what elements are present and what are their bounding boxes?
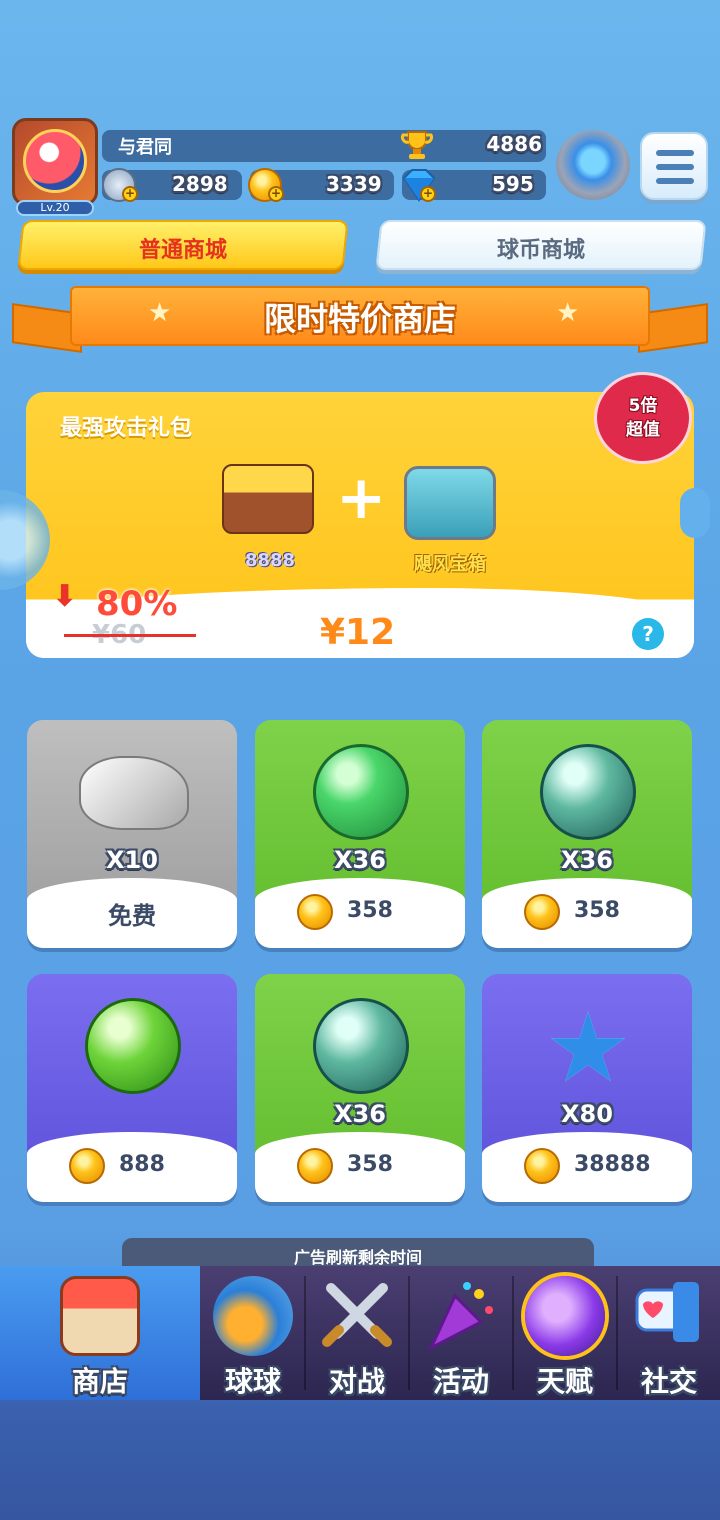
offer-item2-label: 飓风宝箱 [414,554,486,575]
nav-label: 球球 [224,1365,281,1398]
plus-icon: + [336,463,387,533]
coin-add-button[interactable]: + [268,186,284,202]
coin-icon [69,1148,105,1184]
cyclone-chest-icon [404,466,496,540]
shop-item-card[interactable]: ★ X80 38888 [482,974,692,1202]
menu-line-icon [656,150,694,156]
shop-item-card[interactable]: X36 358 [255,720,465,948]
help-button[interactable]: ? [632,618,664,650]
item-quantity: X36 [334,1100,386,1128]
nav-item-social[interactable]: 社交 [618,1266,720,1400]
shop-item-card[interactable]: X36 358 [255,974,465,1202]
price-row: 358 [255,892,465,932]
value-badge-line2: 超值 [626,420,660,440]
shop-icon [60,1276,140,1356]
new-price: ¥12 [320,612,396,653]
nav-item-talent[interactable]: 天赋 [514,1266,616,1400]
avatar-fish-icon [23,129,87,193]
gold-chest-icon [222,464,314,534]
nav-label: 社交 [640,1365,697,1398]
tab-ball-coin-shop-label: 球币商城 [496,238,585,263]
item-price: 358 [347,898,393,923]
shop-item-card[interactable]: X10 免费 [27,720,237,948]
coin-icon [524,894,560,930]
planet-icon [525,1276,605,1356]
menu-button[interactable] [640,132,708,200]
item-quantity: X36 [561,846,613,874]
nav-item-balls[interactable]: 球球 [202,1266,304,1400]
down-arrow-icon: ⬇ [52,579,78,614]
nav-label: 天赋 [536,1365,593,1398]
balls-icon [213,1276,293,1356]
chain-orb-icon [313,998,409,1094]
item-quantity: X10 [106,846,158,874]
tab-normal-shop-label: 普通商城 [138,238,227,263]
nav-label: 活动 [432,1365,489,1398]
value-badge-line1: 5倍 [628,396,658,416]
menu-line-icon [656,164,694,170]
nav-label: 对战 [328,1365,385,1398]
gem-count: 595 [492,172,534,196]
nav-label: 商店 [71,1365,128,1398]
price-row: 888 [27,1146,237,1186]
item-price: 358 [347,1152,393,1177]
offer-item1-label: 8888 [244,550,296,571]
trophy-count: 4886 [486,132,542,156]
item-price: 38888 [574,1152,651,1177]
coin-icon [524,1148,560,1184]
price-strike [64,634,196,637]
footer-area [0,1400,720,1520]
chain-orb-icon [540,744,636,840]
offer-title: 最强攻击礼包 [60,416,193,441]
rank-badge-icon[interactable] [556,130,630,200]
price-row: 358 [482,892,692,932]
coin-icon [297,894,333,930]
item-price: 888 [119,1152,165,1177]
player-avatar[interactable] [12,118,98,206]
coin-count: 3339 [326,172,382,196]
item-price: 358 [574,898,620,923]
player-name: 与君同 [118,137,172,158]
shop-item-card[interactable]: 888 [27,974,237,1202]
gem-add-button[interactable]: + [420,186,436,202]
discount-percent: 80% [96,584,178,624]
nav-item-shop[interactable]: 商店 [0,1266,200,1400]
trophy-icon [401,131,433,159]
energy-count: 2898 [172,172,228,196]
player-level: Lv.20 [16,200,94,216]
party-popper-icon [427,1282,493,1352]
menu-line-icon [656,178,694,184]
swords-icon [322,1283,392,1347]
item-price-free: 免费 [108,902,156,930]
shop-item-card[interactable]: X36 358 [482,720,692,948]
rock-icon [79,756,189,830]
value-badge-text: 5倍 超值 [594,394,692,442]
skull-orb-icon [313,744,409,840]
item-quantity: X80 [561,1100,613,1128]
price-row: 358 [255,1146,465,1186]
ticket-notch [680,488,710,538]
coin-icon [297,1148,333,1184]
star-icon: ★ [544,992,632,1104]
banner-title: 限时特价商店 [263,300,456,338]
energy-add-button[interactable]: + [122,186,138,202]
price-row: 38888 [482,1146,692,1186]
item-quantity: X36 [334,846,386,874]
nav-item-events[interactable]: 活动 [410,1266,512,1400]
chat-heart-icon [635,1282,699,1342]
radiation-orb-icon [85,998,181,1094]
nav-item-battle[interactable]: 对战 [306,1266,408,1400]
